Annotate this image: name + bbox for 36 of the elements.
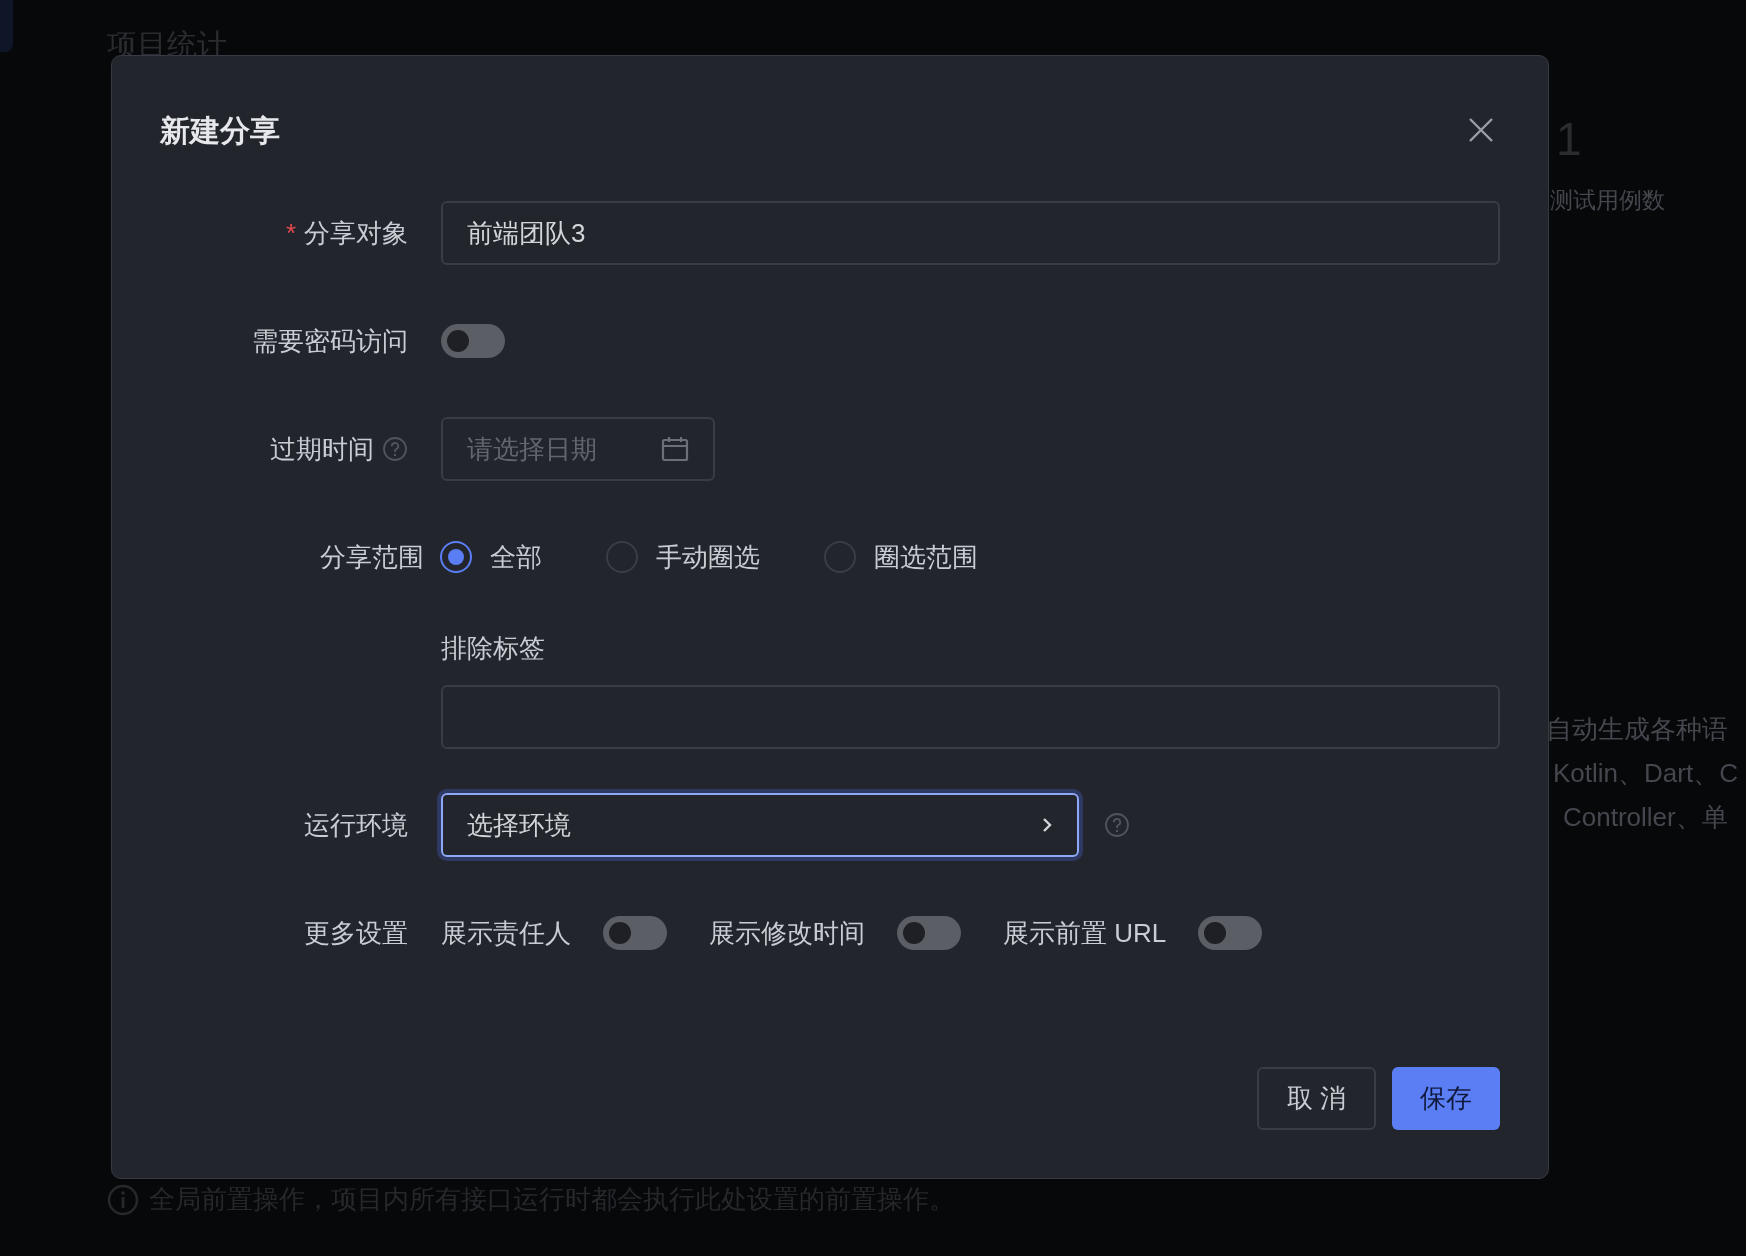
stat-label: 测试用例数 [1550, 186, 1665, 215]
field-label: 分享范围 [320, 540, 424, 574]
toggle-switch[interactable] [1198, 916, 1263, 950]
required-mark: * [285, 216, 296, 250]
text-input[interactable]: 前端团队3 [441, 201, 1500, 265]
description-line: Controller、单 [1563, 801, 1728, 834]
field-label: 分享对象 [304, 216, 408, 250]
description-line: Kotlin、Dart、C [1553, 757, 1738, 790]
toggle-switch[interactable] [603, 916, 667, 950]
description-line: 自动生成各种语 [1546, 713, 1728, 746]
cancel-button[interactable]: 取 消 [1256, 1067, 1376, 1130]
field-label: 过期时间 [270, 432, 374, 466]
dialog-title: 新建分享 [160, 112, 280, 149]
calendar-icon [661, 436, 689, 462]
radio-button[interactable] [824, 541, 856, 573]
field-label: 排除标签 [441, 633, 546, 663]
field-label: 需要密码访问 [252, 324, 408, 358]
close-icon [1468, 117, 1494, 143]
toggle-switch[interactable] [897, 916, 961, 950]
field-label: 更多设置 [304, 916, 408, 950]
date-placeholder: 请选择日期 [467, 432, 597, 466]
info-icon [107, 1183, 139, 1216]
tags-input[interactable] [441, 685, 1500, 749]
switch-label: 展示前置 URL [1003, 916, 1167, 950]
radio-button[interactable] [440, 541, 472, 573]
radio-label: 手动圈选 [656, 540, 760, 574]
switch-label: 展示责任人 [441, 916, 571, 950]
toggle-switch[interactable] [441, 324, 505, 358]
radio-label: 圈选范围 [874, 540, 978, 574]
field-label: 运行环境 [304, 808, 408, 842]
chevron-right-icon [1041, 816, 1053, 834]
save-button[interactable]: 保存 [1392, 1067, 1500, 1130]
radio-label: 全部 [490, 540, 542, 574]
nav-indicator [0, 0, 13, 52]
radio-button[interactable] [606, 541, 638, 573]
switch-label: 展示修改时间 [709, 916, 865, 950]
